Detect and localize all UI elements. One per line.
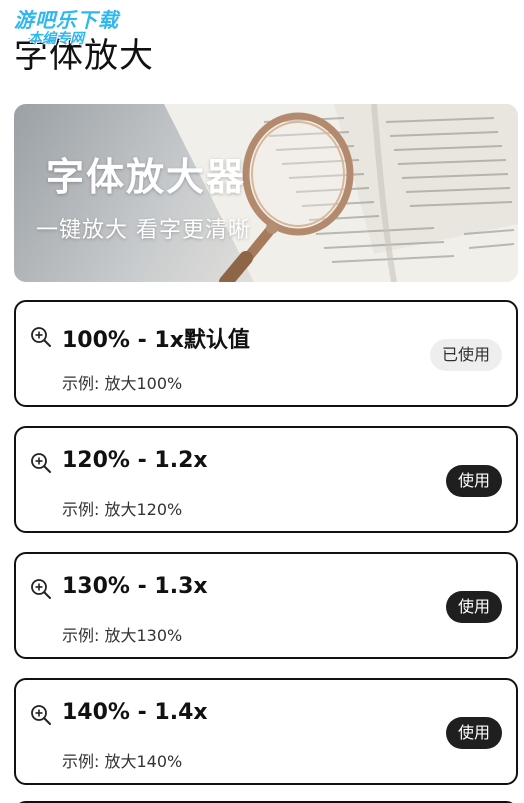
option-title: 120% - 1.2x <box>62 448 208 473</box>
option-example: 示例: 放大100% <box>62 374 183 393</box>
use-button[interactable]: 使用 <box>445 591 502 623</box>
zoom-option-card[interactable]: 100% - 1x默认值 示例: 放大100% 已使用 <box>14 300 518 407</box>
watermark-line1: 游吧乐下载 <box>14 8 119 32</box>
option-title: 130% - 1.3x <box>62 574 208 599</box>
zoom-option-list: 100% - 1x默认值 示例: 放大100% 已使用 120% - 1.2x … <box>14 300 518 803</box>
banner-subtitle: 一键放大 看字更清晰 <box>36 218 251 243</box>
zoom-in-icon <box>31 705 51 725</box>
watermark-line2: 本编专网 <box>28 31 84 47</box>
zoom-in-icon <box>31 327 51 347</box>
zoom-option-card[interactable]: 130% - 1.3x 示例: 放大130% 使用 <box>14 552 518 659</box>
zoom-in-icon <box>31 579 51 599</box>
option-example: 示例: 放大120% <box>62 500 183 519</box>
zoom-in-icon <box>31 453 51 473</box>
option-example: 示例: 放大130% <box>62 626 183 645</box>
zoom-option-card[interactable]: 140% - 1.4x 示例: 放大140% 使用 <box>14 678 518 785</box>
use-button[interactable]: 使用 <box>445 465 502 497</box>
option-example: 示例: 放大140% <box>62 752 183 771</box>
watermark-logo: 游吧乐下载 本编专网 <box>14 10 119 46</box>
banner: 字体放大器 一键放大 看字更清晰 <box>14 104 518 282</box>
zoom-option-card[interactable]: 120% - 1.2x 示例: 放大120% 使用 <box>14 426 518 533</box>
banner-title: 字体放大器 <box>46 155 247 199</box>
option-title: 100% - 1x默认值 <box>62 328 250 353</box>
font-enlarge-screen: 游吧乐下载 本编专网 字体放大 字体放大器 一键放大 看字更清晰 100% - … <box>0 0 524 803</box>
in-use-button[interactable]: 已使用 <box>429 339 502 371</box>
use-button[interactable]: 使用 <box>445 717 502 749</box>
option-title: 140% - 1.4x <box>62 700 208 725</box>
